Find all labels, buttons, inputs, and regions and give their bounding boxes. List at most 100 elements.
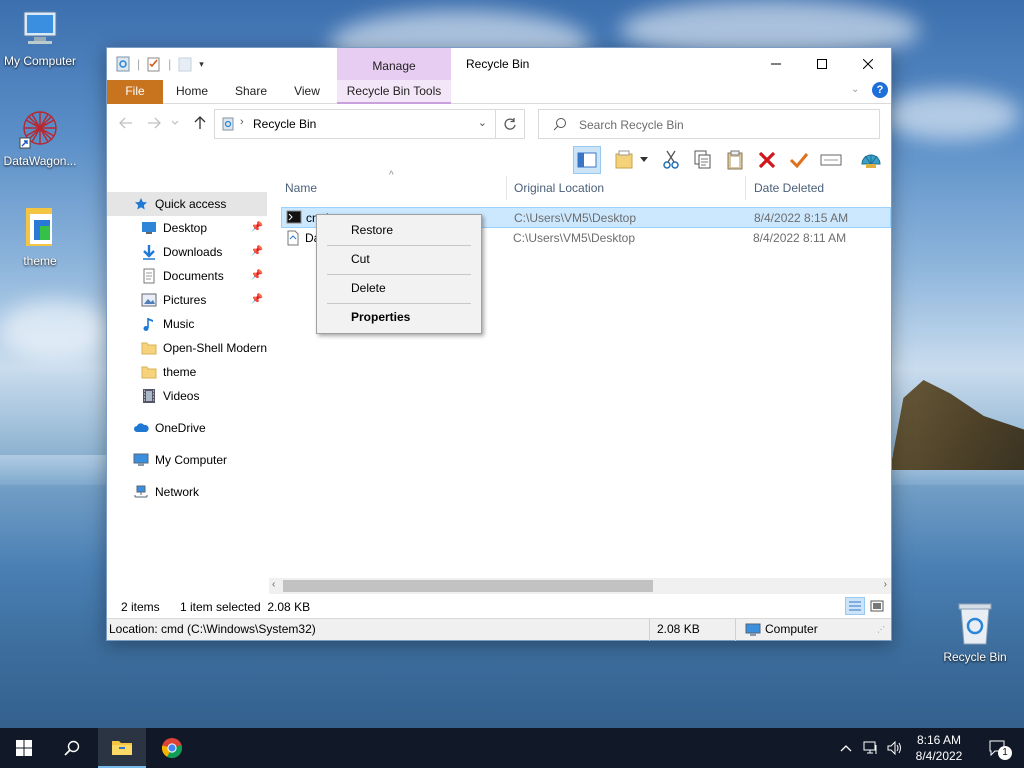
nav-item-documents[interactable]: Documents 📌 <box>107 264 267 288</box>
close-icon <box>863 59 873 69</box>
nav-item-desktop[interactable]: Desktop 📌 <box>107 216 267 240</box>
column-header-name[interactable]: Name <box>277 176 507 200</box>
nav-item-pictures[interactable]: Pictures 📌 <box>107 288 267 312</box>
nav-onedrive[interactable]: OneDrive <box>107 416 267 440</box>
up-button[interactable] <box>189 112 211 134</box>
start-button[interactable] <box>0 728 48 768</box>
film-icon <box>141 388 157 404</box>
pin-icon[interactable]: 📌 <box>251 270 263 281</box>
nav-network[interactable]: Network <box>107 480 267 504</box>
tab-recycle-bin-tools[interactable]: Recycle Bin Tools <box>337 80 451 104</box>
tab-view[interactable]: View <box>287 80 327 104</box>
horizontal-scrollbar[interactable]: ‹ › <box>269 578 891 594</box>
menu-item-properties[interactable]: Properties <box>319 304 479 330</box>
nav-label: OneDrive <box>155 421 206 435</box>
desktop-icon-datawagon[interactable]: DataWagon... <box>0 106 80 168</box>
location-info: Location: cmd (C:\Windows\System32) <box>109 622 316 636</box>
details-view-button[interactable] <box>845 597 865 615</box>
properties-button[interactable] <box>611 146 639 174</box>
document-icon <box>141 268 157 284</box>
nav-item-downloads[interactable]: Downloads 📌 <box>107 240 267 264</box>
minimize-button[interactable] <box>753 48 799 80</box>
network-tray-button[interactable] <box>860 728 882 768</box>
delete-button[interactable] <box>753 146 781 174</box>
show-hidden-icons-button[interactable] <box>836 728 856 768</box>
properties-dropdown[interactable] <box>637 146 651 174</box>
desktop-icon-recycle-bin[interactable]: Recycle Bin <box>935 600 1015 664</box>
column-header-date-deleted[interactable]: Date Deleted <box>746 176 891 200</box>
resize-grip-icon[interactable]: ⋰ <box>877 625 885 634</box>
folder-icon <box>141 340 157 356</box>
close-button[interactable] <box>845 48 891 80</box>
quick-access-toolbar: | | ▾ <box>115 56 204 72</box>
copy-button[interactable] <box>689 146 717 174</box>
address-bar[interactable]: › Recycle Bin ⌄ <box>214 109 496 139</box>
paste-button[interactable] <box>721 146 749 174</box>
pin-icon[interactable]: 📌 <box>251 222 263 233</box>
nav-item-theme[interactable]: theme <box>107 360 267 384</box>
cut-button[interactable] <box>657 146 685 174</box>
menu-item-restore[interactable]: Restore <box>319 217 479 243</box>
nav-label: Music <box>163 317 195 331</box>
menu-item-cut[interactable]: Cut <box>319 246 479 272</box>
scroll-left-icon[interactable]: ‹ <box>272 579 275 590</box>
menu-item-delete[interactable]: Delete <box>319 275 479 301</box>
file-explorer-taskbar-button[interactable] <box>98 728 146 768</box>
forward-button[interactable] <box>143 112 165 134</box>
qat-customize-icon[interactable]: ▾ <box>199 59 204 70</box>
nav-label: Videos <box>163 389 200 403</box>
nav-item-music[interactable]: Music <box>107 312 267 336</box>
pin-icon[interactable]: 📌 <box>251 246 263 257</box>
pin-icon[interactable]: 📌 <box>251 294 263 305</box>
restore-button[interactable] <box>785 146 813 174</box>
nav-item-open-shell[interactable]: Open-Shell Modern <box>107 336 267 360</box>
help-button[interactable]: ? <box>872 82 888 98</box>
column-header-original-location[interactable]: Original Location <box>506 176 746 200</box>
search-box[interactable] <box>538 109 880 139</box>
copy-icon <box>694 150 711 169</box>
shell-button[interactable] <box>857 146 885 174</box>
ribbon-tabs: File Home Share View Recycle Bin Tools <box>107 80 891 104</box>
tab-share[interactable]: Share <box>229 80 273 104</box>
taskbar: 8:16 AM 8/4/2022 1 <box>0 728 1024 768</box>
breadcrumb-chevron-icon[interactable]: › <box>240 116 244 128</box>
computer-icon <box>745 623 761 636</box>
scrollbar-thumb[interactable] <box>283 580 653 592</box>
address-history-dropdown-icon[interactable]: ⌄ <box>478 116 487 129</box>
qat-separator: | <box>137 57 141 71</box>
desktop-icon-theme[interactable]: theme <box>0 206 80 268</box>
nav-item-videos[interactable]: Videos <box>107 384 267 408</box>
address-path[interactable]: Recycle Bin <box>253 117 316 131</box>
scroll-right-icon[interactable]: › <box>884 579 887 590</box>
back-button[interactable] <box>115 112 137 134</box>
tab-file[interactable]: File <box>107 80 163 104</box>
large-icons-view-button[interactable] <box>867 597 887 615</box>
chrome-taskbar-button[interactable] <box>148 728 196 768</box>
tab-home[interactable]: Home <box>169 80 215 104</box>
ribbon-expand-icon[interactable]: ⌄ <box>851 84 859 95</box>
rename-button[interactable] <box>817 146 845 174</box>
desktop-icon-my-computer[interactable]: My Computer <box>0 10 80 68</box>
clipboard-icon <box>727 150 743 170</box>
clock[interactable]: 8:16 AM 8/4/2022 <box>908 732 970 764</box>
search-input[interactable] <box>579 116 859 134</box>
context-menu: Restore Cut Delete Properties <box>316 214 482 334</box>
preview-pane-button[interactable] <box>573 146 601 174</box>
nav-label: theme <box>163 365 197 379</box>
checkmark-icon <box>789 153 809 169</box>
action-center-button[interactable]: 1 <box>978 728 1018 768</box>
download-arrow-icon <box>141 244 157 260</box>
caret-down-icon <box>640 157 648 162</box>
nav-quick-access[interactable]: Quick access <box>107 192 267 216</box>
volume-tray-button[interactable] <box>884 728 906 768</box>
clock-time: 8:16 AM <box>916 733 962 747</box>
new-folder-icon[interactable] <box>177 56 193 72</box>
search-icon <box>64 740 80 756</box>
search-taskbar-button[interactable] <box>48 728 96 768</box>
maximize-button[interactable] <box>799 48 845 80</box>
nav-my-computer[interactable]: My Computer <box>107 448 267 472</box>
refresh-button[interactable] <box>495 109 525 139</box>
network-icon <box>133 484 149 500</box>
recent-locations-button[interactable] <box>169 112 181 134</box>
properties-icon[interactable] <box>146 56 162 72</box>
